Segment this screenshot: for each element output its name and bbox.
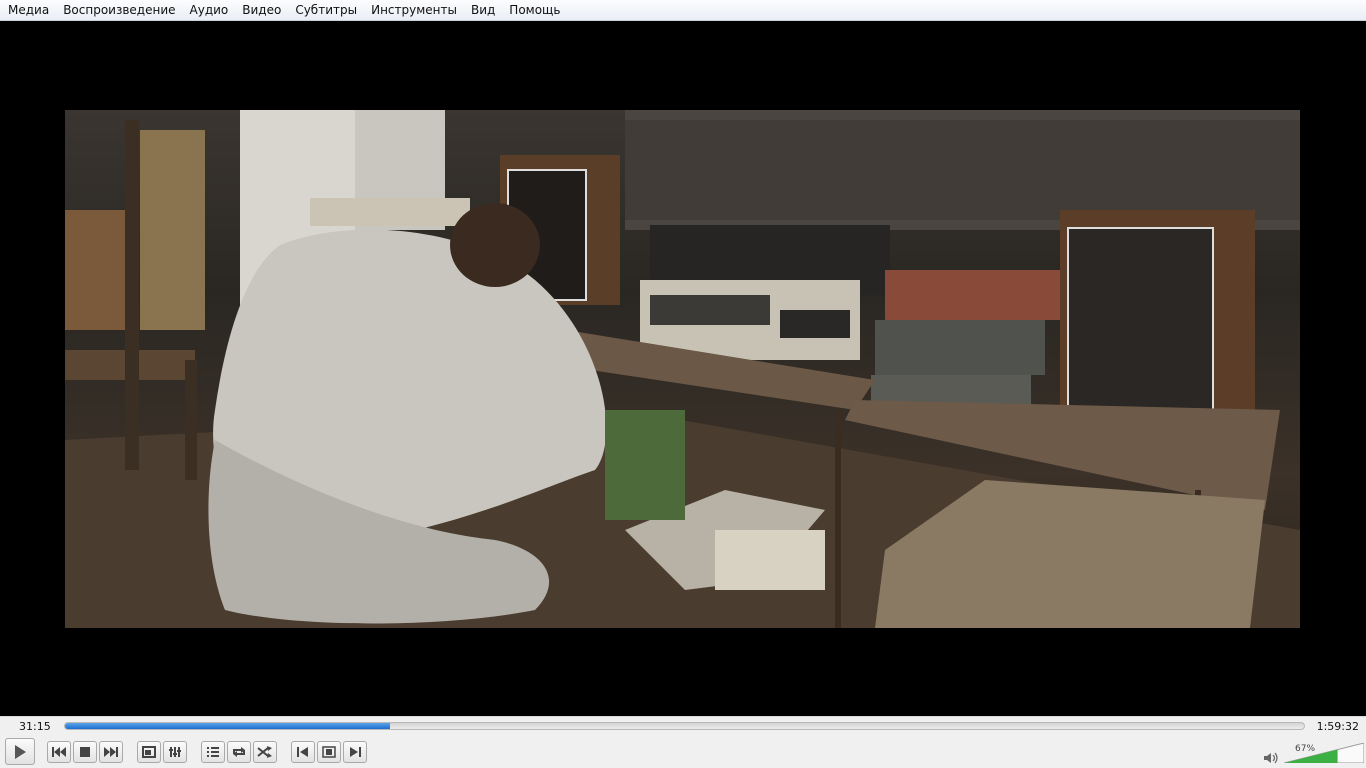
equalizer-icon <box>169 747 181 757</box>
video-frame <box>65 110 1300 628</box>
menu-view[interactable]: Вид <box>464 0 502 21</box>
frame-back-icon <box>297 747 308 757</box>
seek-bar[interactable] <box>64 722 1305 730</box>
previous-button[interactable] <box>47 741 71 763</box>
menu-tools[interactable]: Инструменты <box>364 0 464 21</box>
stop-button[interactable] <box>73 741 97 763</box>
playlist-button[interactable] <box>201 741 225 763</box>
speaker-icon[interactable] <box>1263 752 1279 764</box>
stop-icon <box>80 747 90 757</box>
total-time[interactable]: 1:59:32 <box>1317 720 1359 733</box>
previous-icon <box>52 747 66 757</box>
snapshot-button[interactable] <box>317 741 341 763</box>
next-icon <box>104 747 118 757</box>
video-area[interactable] <box>0 21 1366 716</box>
loop-icon <box>233 747 245 757</box>
playlist-icon <box>207 747 219 757</box>
menu-bar: Медиа Воспроизведение Аудио Видео Субтит… <box>0 0 1366 21</box>
extended-settings-button[interactable] <box>163 741 187 763</box>
random-button[interactable] <box>253 741 277 763</box>
menu-subtitles[interactable]: Субтитры <box>288 0 364 21</box>
menu-audio[interactable]: Аудио <box>183 0 236 21</box>
fullscreen-icon <box>142 746 156 758</box>
volume-slider[interactable] <box>1284 743 1364 763</box>
frame-forward-button[interactable] <box>343 741 367 763</box>
menu-media[interactable]: Медиа <box>1 0 56 21</box>
frame-forward-icon <box>350 747 361 757</box>
frame-back-button[interactable] <box>291 741 315 763</box>
menu-video[interactable]: Видео <box>235 0 288 21</box>
shuffle-icon <box>257 746 272 758</box>
video-frame-image <box>65 110 1300 628</box>
fullscreen-button[interactable] <box>137 741 161 763</box>
seek-bar-progress <box>65 723 390 729</box>
control-panel: 31:15 1:59:32 67% <box>0 716 1366 768</box>
loop-button[interactable] <box>227 741 251 763</box>
snapshot-icon <box>322 746 336 758</box>
menu-playback[interactable]: Воспроизведение <box>56 0 182 21</box>
next-button[interactable] <box>99 741 123 763</box>
play-button[interactable] <box>5 738 35 765</box>
volume-control: 67% <box>1262 739 1366 765</box>
menu-help[interactable]: Помощь <box>502 0 567 21</box>
elapsed-time[interactable]: 31:15 <box>19 720 51 733</box>
play-icon <box>15 744 26 759</box>
